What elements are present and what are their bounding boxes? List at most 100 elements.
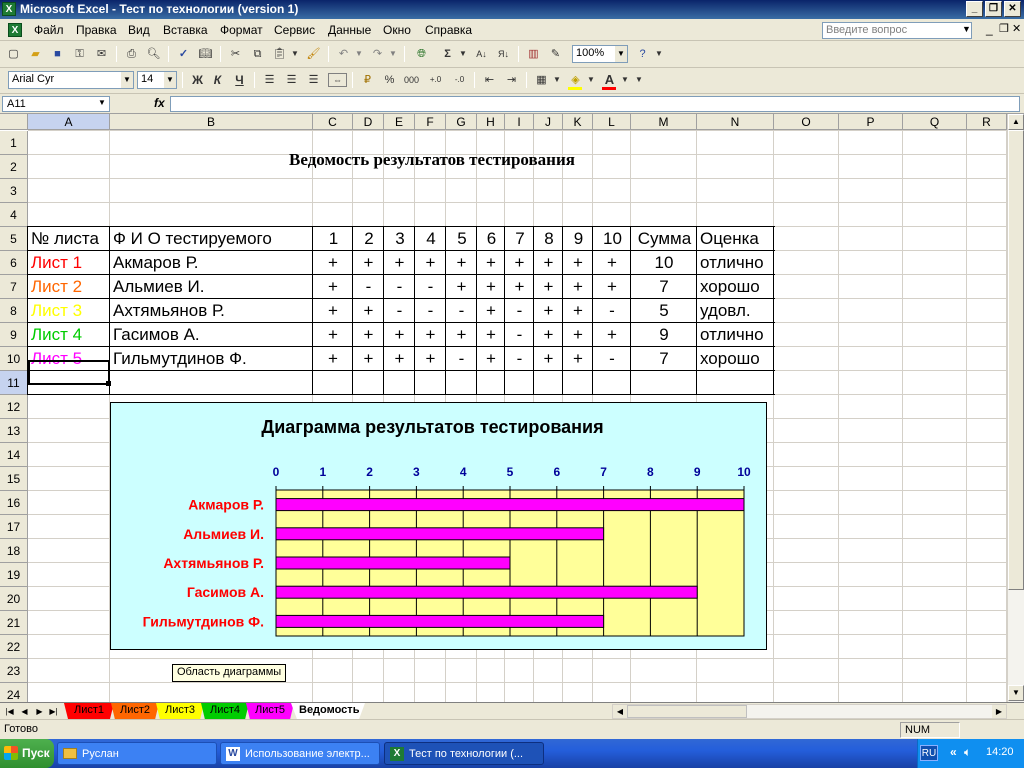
- name-box-dropdown-icon[interactable]: ▼: [98, 98, 106, 107]
- menu-window[interactable]: Окно: [383, 23, 411, 37]
- row-header-16[interactable]: 16: [0, 491, 28, 515]
- new-icon[interactable]: ▢: [4, 45, 23, 63]
- drawing-icon[interactable]: ✎: [546, 45, 565, 63]
- select-all-corner[interactable]: [0, 114, 28, 130]
- open-icon[interactable]: ▰: [26, 45, 45, 63]
- borders-dropdown-icon[interactable]: ▼: [552, 71, 562, 89]
- align-left-icon[interactable]: ☰: [260, 71, 279, 89]
- doc-restore-button[interactable]: ❐: [999, 22, 1009, 35]
- percent-button[interactable]: %: [380, 71, 399, 89]
- start-button[interactable]: Пуск: [0, 739, 54, 768]
- column-header-h[interactable]: H: [477, 114, 505, 130]
- row-header-17[interactable]: 17: [0, 515, 28, 539]
- doc-close-button[interactable]: ✕: [1012, 22, 1021, 35]
- menu-edit[interactable]: Правка: [76, 23, 117, 37]
- row-header-24[interactable]: 24: [0, 683, 28, 702]
- row-header-8[interactable]: 8: [0, 299, 28, 323]
- row-header-11[interactable]: 11: [0, 371, 28, 395]
- paste-icon[interactable]: 📋︎: [270, 45, 289, 63]
- fx-icon[interactable]: fx: [154, 96, 165, 110]
- column-header-f[interactable]: F: [415, 114, 446, 130]
- decrease-indent-icon[interactable]: ⇤: [480, 71, 499, 89]
- last-sheet-icon[interactable]: ▶|: [47, 705, 60, 718]
- scroll-thumb[interactable]: [1008, 130, 1024, 590]
- permission-icon[interactable]: ⚿: [70, 45, 89, 63]
- row-header-5[interactable]: 5: [0, 227, 28, 251]
- copy-icon[interactable]: ⧉: [248, 45, 267, 63]
- font-dropdown-icon[interactable]: ▼: [121, 72, 133, 88]
- doc-minimize-button[interactable]: _: [986, 22, 993, 36]
- row-header-18[interactable]: 18: [0, 539, 28, 563]
- align-center-icon[interactable]: ☰: [282, 71, 301, 89]
- increase-indent-icon[interactable]: ⇥: [502, 71, 521, 89]
- row-header-15[interactable]: 15: [0, 467, 28, 491]
- font-size-select[interactable]: 14 ▼: [137, 71, 177, 89]
- row-header-7[interactable]: 7: [0, 275, 28, 299]
- hyperlink-icon[interactable]: 🌐︎: [412, 45, 431, 63]
- autosum-dropdown-icon[interactable]: ▼: [458, 45, 468, 63]
- sheet-tab-3[interactable]: Лист4: [201, 703, 249, 719]
- increase-decimal-icon[interactable]: +.0: [426, 71, 445, 89]
- help-dropdown-icon[interactable]: ▼: [962, 24, 971, 34]
- cut-icon[interactable]: ✂: [226, 45, 245, 63]
- email-icon[interactable]: ✉: [92, 45, 111, 63]
- size-dropdown-icon[interactable]: ▼: [164, 72, 176, 88]
- menu-insert[interactable]: Вставка: [163, 23, 208, 37]
- column-header-k[interactable]: K: [563, 114, 593, 130]
- column-header-i[interactable]: I: [505, 114, 534, 130]
- h-scroll-thumb[interactable]: [627, 705, 747, 718]
- chart-area[interactable]: Диаграмма результатов тестирования 01234…: [110, 402, 767, 650]
- chart-wizard-icon[interactable]: ▥: [524, 45, 543, 63]
- column-header-j[interactable]: J: [534, 114, 563, 130]
- first-sheet-icon[interactable]: |◀: [3, 705, 16, 718]
- research-icon[interactable]: 📖︎: [196, 45, 215, 63]
- sort-descending-icon[interactable]: Я↓: [494, 45, 513, 63]
- active-cell-a11[interactable]: [28, 360, 110, 385]
- horizontal-scrollbar[interactable]: ◀ ▶: [612, 704, 1007, 719]
- column-header-b[interactable]: B: [110, 114, 313, 130]
- column-header-p[interactable]: P: [839, 114, 903, 130]
- fill-dropdown-icon[interactable]: ▼: [586, 71, 596, 89]
- menu-data[interactable]: Данные: [328, 23, 371, 37]
- row-header-2[interactable]: 2: [0, 155, 28, 179]
- column-header-o[interactable]: O: [774, 114, 839, 130]
- restore-button[interactable]: ❐: [985, 1, 1002, 17]
- decrease-decimal-icon[interactable]: -.0: [450, 71, 469, 89]
- sort-ascending-icon[interactable]: A↓: [472, 45, 491, 63]
- language-indicator[interactable]: RU: [920, 745, 938, 761]
- undo-dropdown-icon[interactable]: ▼: [354, 45, 364, 63]
- menu-view[interactable]: Вид: [128, 23, 150, 37]
- vertical-scrollbar[interactable]: ▲ ▼: [1007, 114, 1024, 702]
- name-box[interactable]: A11: [2, 96, 110, 112]
- prev-sheet-icon[interactable]: ◀: [18, 705, 31, 718]
- merge-center-icon[interactable]: ⇔: [328, 73, 347, 87]
- currency-icon[interactable]: ₽: [358, 71, 377, 89]
- row-header-19[interactable]: 19: [0, 563, 28, 587]
- borders-icon[interactable]: ▦: [532, 71, 551, 89]
- sheet-tab-2[interactable]: Лист3: [156, 703, 204, 719]
- column-header-e[interactable]: E: [384, 114, 415, 130]
- row-header-12[interactable]: 12: [0, 395, 28, 419]
- underline-button[interactable]: Ч: [230, 71, 249, 89]
- sheet-tab-5[interactable]: Ведомость: [291, 703, 365, 719]
- bold-button[interactable]: Ж: [188, 71, 207, 89]
- scroll-right-icon[interactable]: ▶: [992, 705, 1006, 718]
- print-icon[interactable]: ⎙: [122, 45, 141, 63]
- row-header-4[interactable]: 4: [0, 203, 28, 227]
- excel-app-icon[interactable]: X: [2, 2, 16, 16]
- row-header-14[interactable]: 14: [0, 443, 28, 467]
- zoom-select[interactable]: 100% ▼: [572, 45, 628, 63]
- scroll-left-icon[interactable]: ◀: [613, 705, 627, 718]
- column-header-c[interactable]: C: [313, 114, 353, 130]
- italic-button[interactable]: К: [208, 71, 227, 89]
- column-header-q[interactable]: Q: [903, 114, 967, 130]
- undo-icon[interactable]: ↶: [334, 45, 353, 63]
- column-header-d[interactable]: D: [353, 114, 384, 130]
- column-header-a[interactable]: A: [28, 114, 110, 130]
- save-icon[interactable]: ■: [48, 45, 67, 63]
- sheet-tab-4[interactable]: Лист5: [246, 703, 294, 719]
- scroll-down-icon[interactable]: ▼: [1008, 685, 1024, 701]
- close-button[interactable]: ✕: [1004, 1, 1021, 17]
- tray-expand-icon[interactable]: «: [950, 745, 957, 759]
- row-header-21[interactable]: 21: [0, 611, 28, 635]
